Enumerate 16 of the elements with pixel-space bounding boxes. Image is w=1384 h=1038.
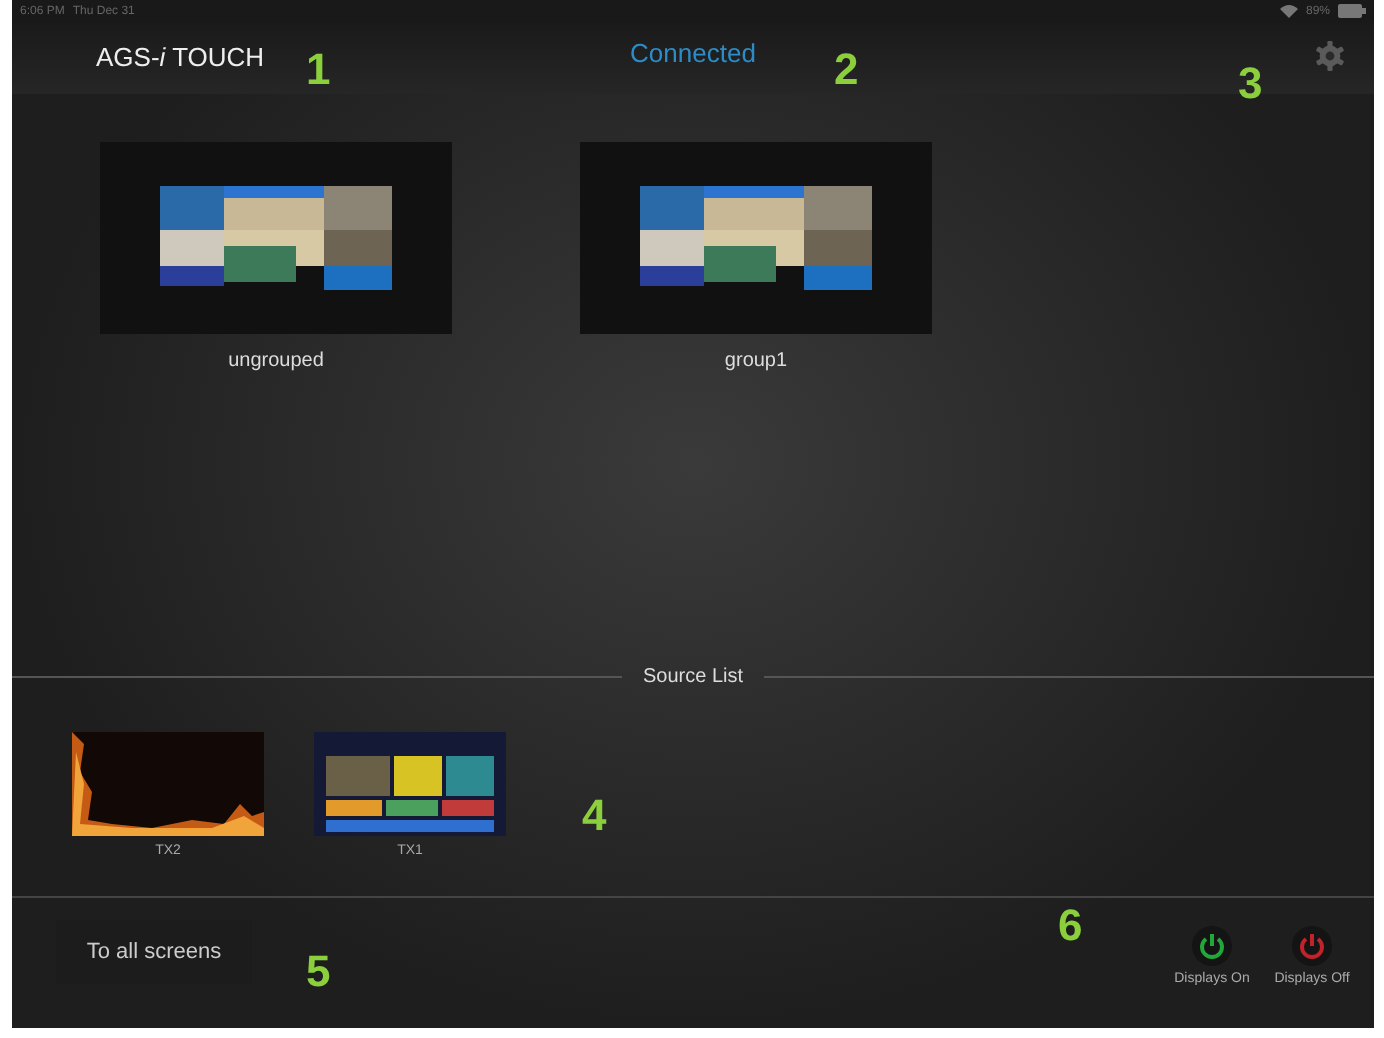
callout-number: 6	[1058, 904, 1083, 948]
callout-number: 1	[306, 48, 331, 92]
battery-icon	[1338, 4, 1366, 18]
wifi-icon	[1279, 4, 1298, 18]
callout-number: 4	[582, 794, 607, 838]
callout-number: 3	[1238, 62, 1263, 106]
app-title: AGS-i TOUCH	[96, 42, 265, 72]
group-name: group1	[724, 350, 788, 372]
power-icon[interactable]	[1192, 926, 1232, 966]
callout-number: 5	[306, 950, 331, 994]
power-icon[interactable]	[1292, 926, 1332, 966]
settings-icon[interactable]	[1314, 40, 1346, 72]
group-name: ungrouped	[228, 350, 324, 372]
callout-number: 2	[834, 48, 859, 92]
section-title: Source List	[642, 666, 744, 688]
connection-status: Connected	[628, 38, 758, 68]
